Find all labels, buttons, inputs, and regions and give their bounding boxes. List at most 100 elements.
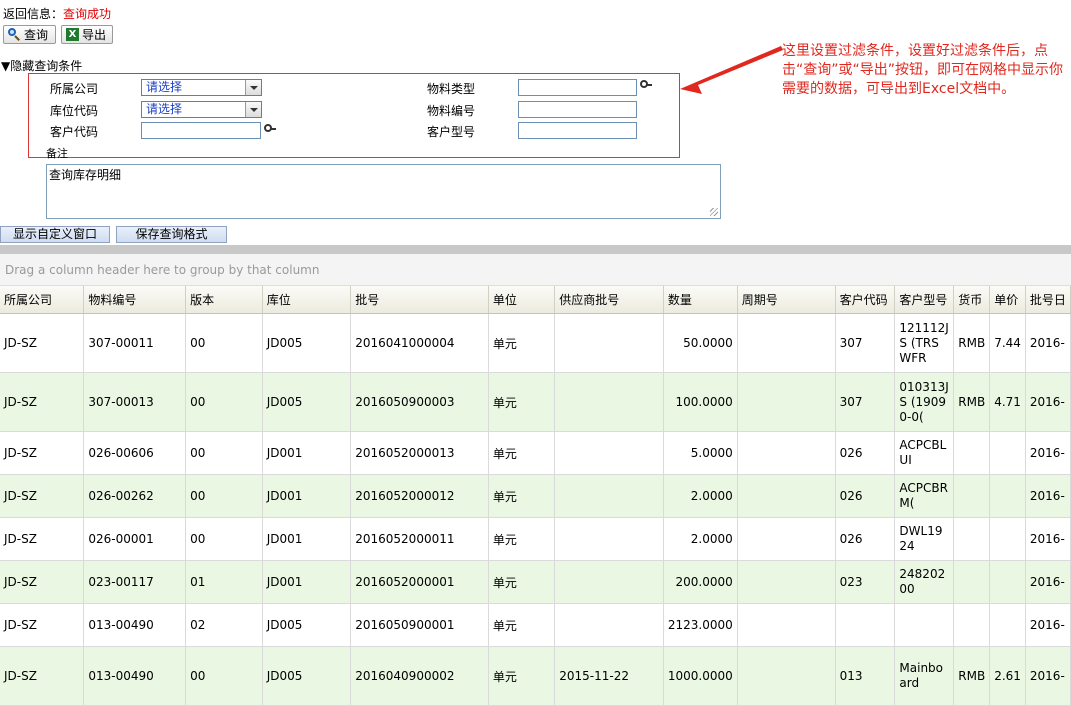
table-cell — [835, 603, 896, 647]
warehouse-select-value: 请选择 — [146, 102, 183, 116]
table-row[interactable]: JD-SZ 023-00117 01 JD001 2016052000001 单元 200.… — [0, 560, 1071, 604]
table-cell: 026 — [835, 474, 896, 518]
show-custom-window-button[interactable]: 显示自定义窗口 — [0, 226, 110, 243]
column-header[interactable]: 物料编号 — [83, 286, 187, 314]
table-cell: 2016052000001 — [350, 560, 489, 604]
table-row[interactable]: JD-SZ 013-00490 00 JD005 2016040900002 单元 2015… — [0, 646, 1071, 706]
export-button[interactable]: X 导出 — [61, 25, 113, 44]
table-cell — [737, 560, 836, 604]
query-button[interactable]: 查询 — [3, 25, 56, 44]
customer-code-input[interactable] — [141, 122, 261, 139]
table-cell: JD001 — [262, 474, 352, 518]
table-cell: JD001 — [262, 560, 352, 604]
table-cell: 单元 — [488, 372, 556, 432]
grid-separator — [0, 245, 1071, 254]
remark-label: 备注 — [46, 147, 68, 160]
column-header[interactable]: 周期号 — [737, 286, 836, 314]
table-cell: 026 — [835, 431, 896, 475]
column-header[interactable]: 客户型号 — [894, 286, 955, 314]
table-cell: RMB — [953, 646, 991, 706]
table-cell: 023 — [835, 560, 896, 604]
table-cell: 单元 — [488, 474, 556, 518]
table-cell: Mainboard — [894, 646, 955, 706]
table-cell — [554, 603, 664, 647]
column-header[interactable]: 库位 — [262, 286, 352, 314]
table-row[interactable]: JD-SZ 026-00001 00 JD001 2016052000011 单元 2.00… — [0, 517, 1071, 561]
table-cell — [894, 603, 955, 647]
table-cell: 00 — [185, 474, 263, 518]
table-cell: JD-SZ — [0, 313, 85, 373]
toggle-filter-link[interactable]: ▼隐藏查询条件 — [1, 57, 82, 74]
table-row[interactable]: JD-SZ 307-00013 00 JD005 2016050900003 单元 100.… — [0, 372, 1071, 432]
material-no-input[interactable] — [518, 101, 637, 118]
table-cell: JD001 — [262, 517, 352, 561]
group-by-panel[interactable]: Drag a column header here to group by th… — [0, 254, 1071, 286]
column-header[interactable]: 客户代码 — [835, 286, 896, 314]
table-cell: 7.44 — [989, 313, 1026, 373]
lookup-icon[interactable] — [264, 124, 276, 136]
table-cell: 013-00490 — [83, 646, 187, 706]
annotation-text: 这里设置过滤条件，设置好过滤条件后，点击“查询”或“导出”按钮，即可在网格中显示… — [782, 43, 1064, 97]
table-cell: 2.0000 — [663, 474, 738, 518]
table-cell: 单元 — [488, 431, 556, 475]
table-cell: 单元 — [488, 517, 556, 561]
table-cell: 00 — [185, 431, 263, 475]
table-row[interactable]: JD-SZ 013-00490 02 JD005 2016050900001 单元 2123… — [0, 603, 1071, 647]
table-cell — [989, 517, 1026, 561]
table-cell: 2.0000 — [663, 517, 738, 561]
table-cell: 013 — [835, 646, 896, 706]
table-cell: JD-SZ — [0, 603, 85, 647]
material-type-label: 物料类型 — [427, 82, 476, 96]
table-cell: 2015-11-22 — [554, 646, 664, 706]
table-cell: 2.61 — [989, 646, 1026, 706]
table-cell: JD001 — [262, 431, 352, 475]
column-header[interactable]: 货币 — [953, 286, 991, 314]
company-select[interactable]: 请选择 — [141, 79, 262, 96]
save-query-format-button[interactable]: 保存查询格式 — [116, 226, 227, 243]
table-cell — [737, 646, 836, 706]
table-cell: 026-00606 — [83, 431, 187, 475]
table-cell: 2016- — [1025, 517, 1071, 561]
table-cell: 2016041000004 — [350, 313, 489, 373]
table-cell: 2016- — [1025, 474, 1071, 518]
chevron-down-icon — [245, 80, 261, 95]
customer-code-label: 客户代码 — [50, 125, 99, 139]
table-row[interactable]: JD-SZ 026-00606 00 JD001 2016052000013 单元 5.00… — [0, 431, 1071, 475]
warehouse-label: 库位代码 — [50, 104, 99, 118]
table-cell: JD-SZ — [0, 431, 85, 475]
company-label: 所属公司 — [50, 82, 99, 96]
table-cell: 2016052000013 — [350, 431, 489, 475]
warehouse-select[interactable]: 请选择 — [141, 101, 262, 118]
table-row[interactable]: JD-SZ 026-00262 00 JD001 2016052000012 单元 2.00… — [0, 474, 1071, 518]
table-cell: 单元 — [488, 560, 556, 604]
table-cell: 2016- — [1025, 560, 1071, 604]
column-header[interactable]: 所属公司 — [0, 286, 85, 314]
table-cell — [953, 431, 991, 475]
table-cell: 026-00001 — [83, 517, 187, 561]
column-header[interactable]: 供应商批号 — [554, 286, 664, 314]
status-line: 返回信息：查询成功 — [3, 5, 111, 22]
column-header[interactable]: 数量 — [663, 286, 738, 314]
customer-model-input[interactable] — [518, 122, 637, 139]
table-cell: JD005 — [262, 646, 352, 706]
column-header[interactable]: 单价 — [989, 286, 1026, 314]
remark-textarea[interactable]: 查询库存明细 — [46, 164, 721, 219]
resize-grip-icon[interactable] — [710, 208, 718, 216]
column-header[interactable]: 版本 — [185, 286, 263, 314]
table-cell: JD005 — [262, 372, 352, 432]
column-header[interactable]: 批号 — [350, 286, 489, 314]
table-cell — [989, 603, 1026, 647]
table-cell: 2016- — [1025, 372, 1071, 432]
column-header[interactable]: 单位 — [488, 286, 556, 314]
table-cell — [953, 560, 991, 604]
table-row[interactable]: JD-SZ 307-00011 00 JD005 2016041000004 单元 50.0… — [0, 313, 1071, 373]
material-type-input[interactable] — [518, 79, 637, 96]
lookup-icon[interactable] — [640, 80, 652, 92]
table-cell: 100.0000 — [663, 372, 738, 432]
table-cell: 200.0000 — [663, 560, 738, 604]
column-header[interactable]: 批号日 — [1025, 286, 1071, 314]
table-cell — [953, 603, 991, 647]
table-cell: RMB — [953, 372, 991, 432]
table-cell — [953, 517, 991, 561]
table-cell: 单元 — [488, 603, 556, 647]
